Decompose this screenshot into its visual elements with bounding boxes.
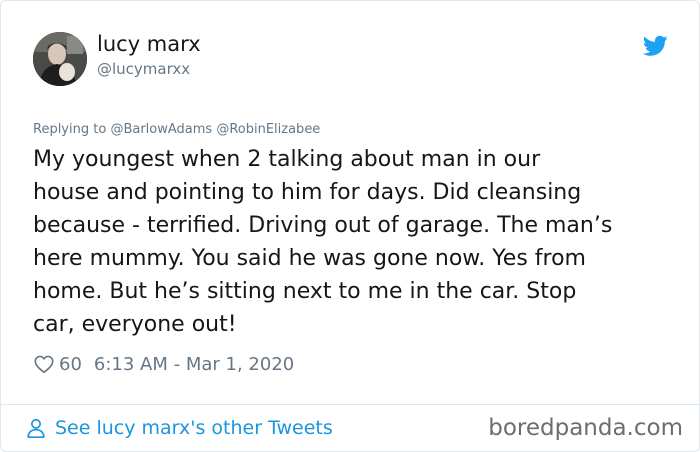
author-handle[interactable]: @lucymarxx — [97, 60, 190, 78]
timestamp[interactable]: 6:13 AM - Mar 1, 2020 — [94, 354, 294, 375]
tweet-text: My youngest when 2 talking about man in … — [33, 147, 613, 337]
reply-context: Replying to @BarlowAdams @RobinElizabee — [33, 122, 320, 137]
mention-link-1[interactable]: @BarlowAdams — [110, 122, 212, 137]
avatar[interactable] — [33, 32, 87, 86]
like-count[interactable]: 60 — [59, 354, 82, 375]
mention-link-2[interactable]: @RobinElizabee — [216, 122, 320, 137]
author-name[interactable]: lucy marx — [97, 32, 201, 56]
heart-icon[interactable] — [33, 353, 55, 375]
see-other-tweets-label[interactable]: See lucy marx's other Tweets — [55, 417, 333, 439]
tweet-card: lucy marx @lucymarxx Replying to @Barlow… — [0, 0, 700, 452]
profile-photo-icon — [33, 32, 87, 86]
see-other-tweets-link[interactable]: See lucy marx's other Tweets — [25, 415, 333, 441]
person-icon — [27, 418, 45, 438]
twitter-bird-icon[interactable] — [643, 35, 668, 57]
reply-prefix: Replying to — [33, 122, 111, 137]
divider — [1, 404, 699, 405]
tweet-meta: 60 6:13 AM - Mar 1, 2020 — [33, 352, 294, 376]
watermark: boredpanda.com — [488, 415, 683, 441]
